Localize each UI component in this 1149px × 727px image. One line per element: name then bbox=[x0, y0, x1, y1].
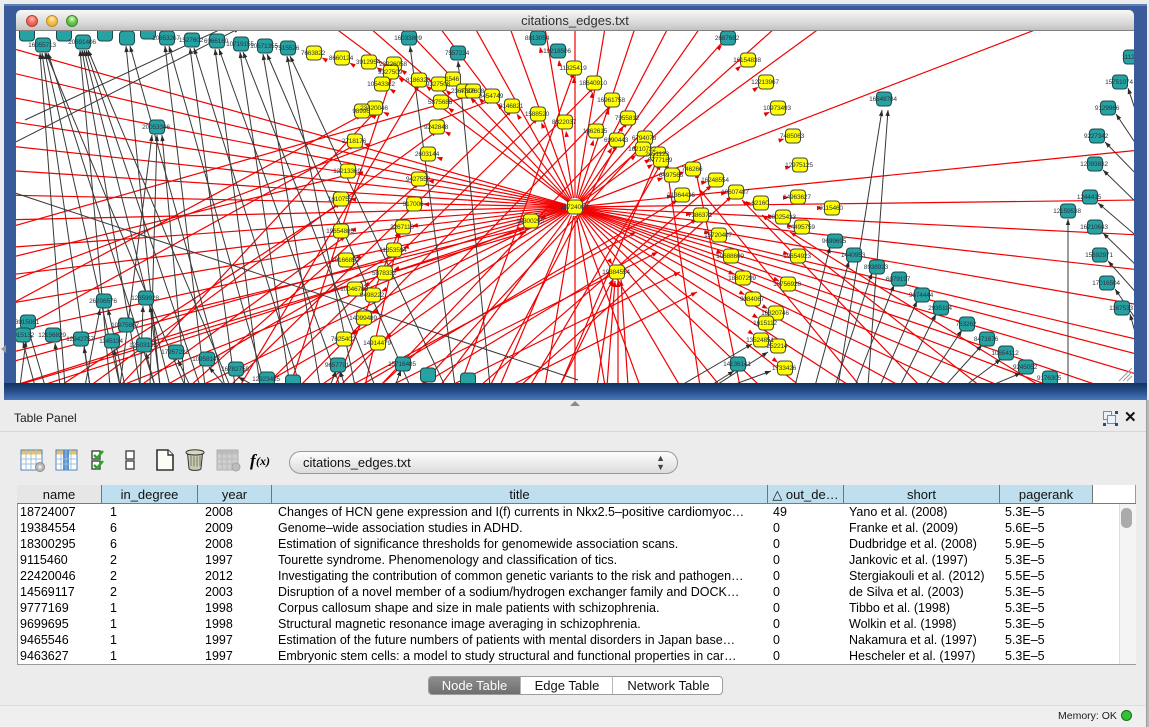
svg-text:(x): (x) bbox=[256, 454, 270, 468]
